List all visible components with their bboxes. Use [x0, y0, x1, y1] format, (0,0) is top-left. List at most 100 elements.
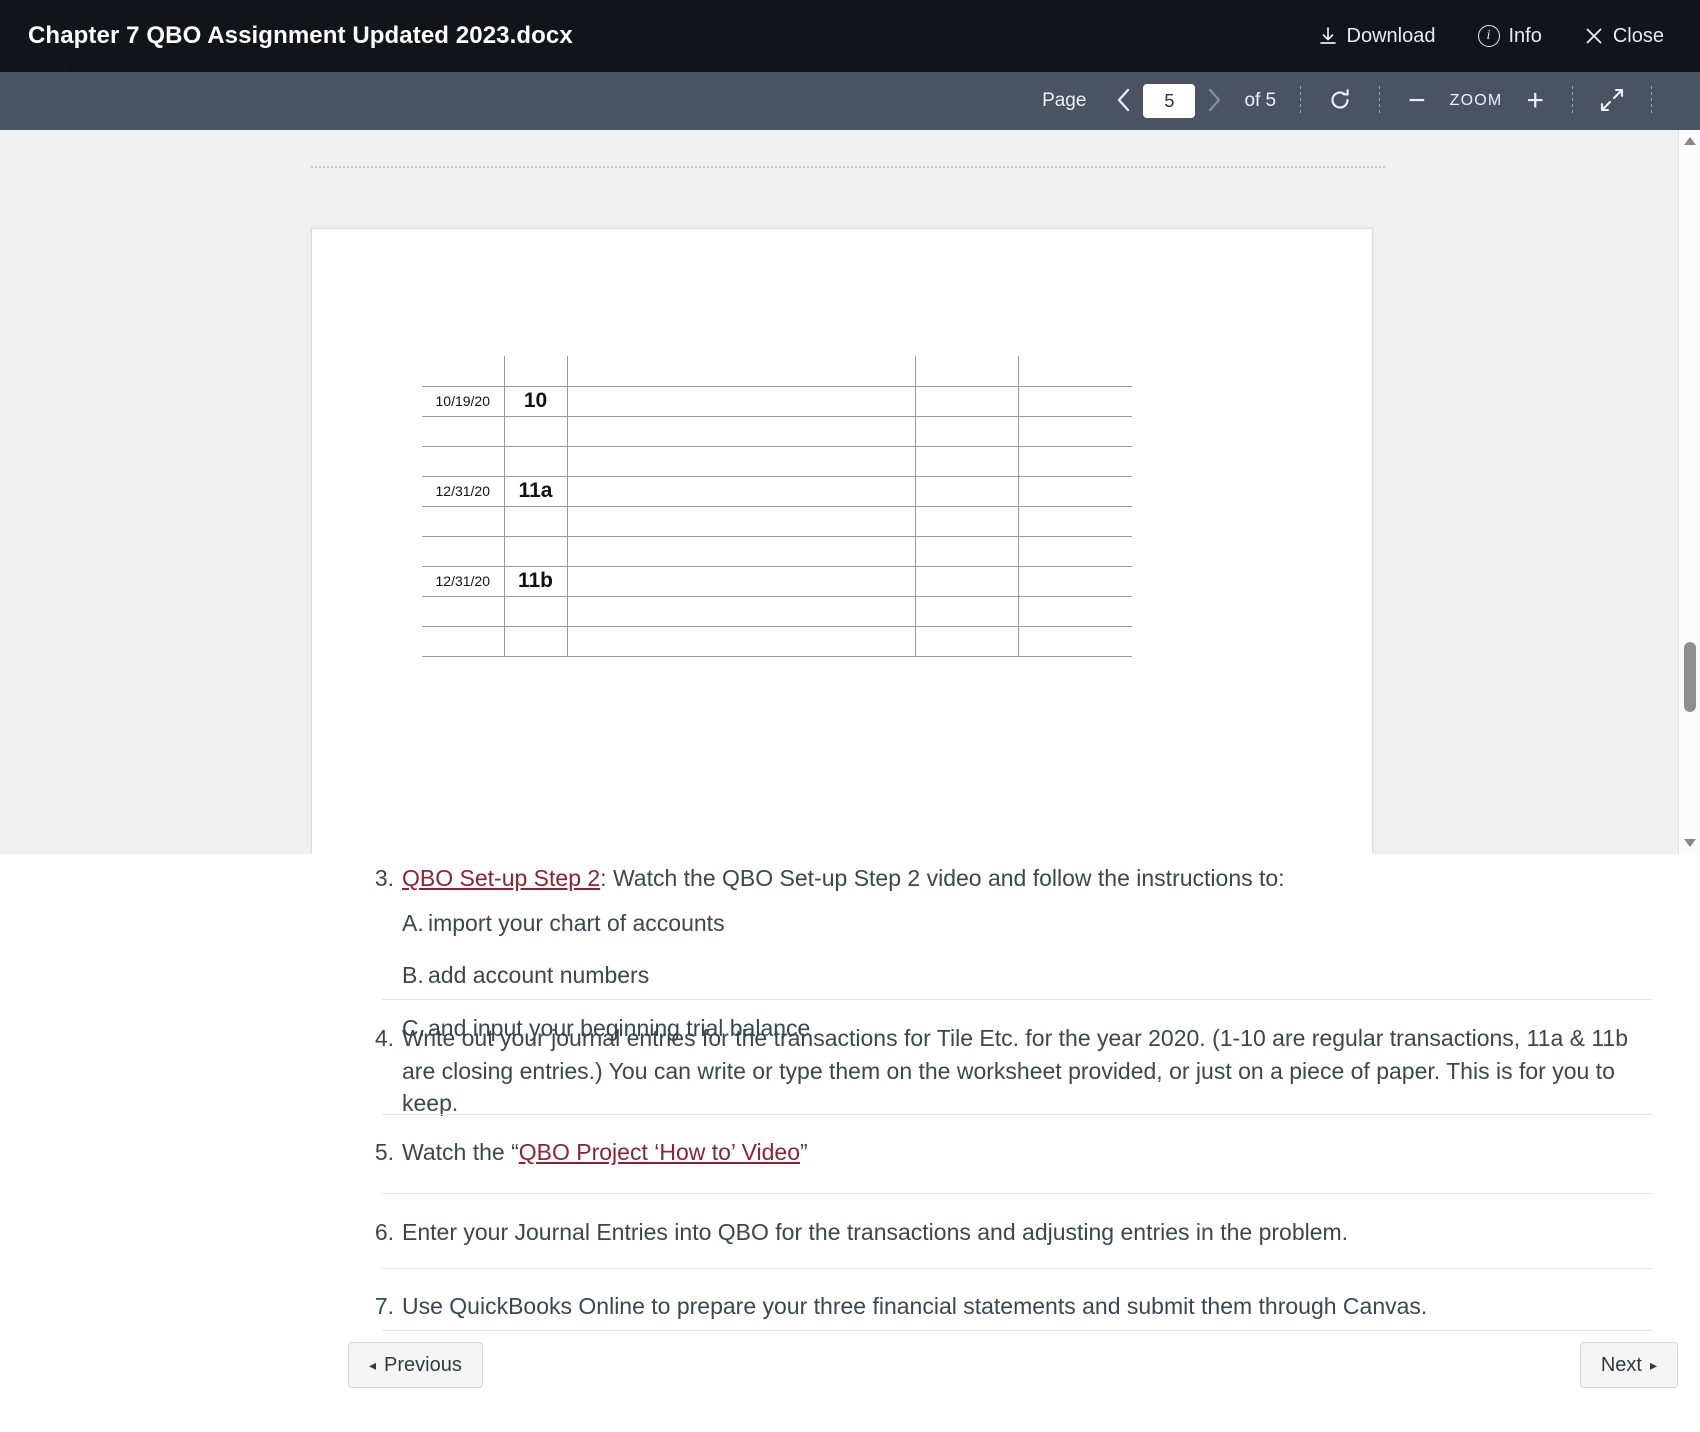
- close-button[interactable]: Close: [1584, 25, 1664, 48]
- cell-date: [422, 536, 504, 566]
- scrollbar-thumb[interactable]: [1684, 642, 1696, 712]
- item-5-post: ”: [800, 1139, 808, 1165]
- toolbar-controls: Page of 5: [1042, 84, 1672, 118]
- cell-debit: [915, 566, 1018, 596]
- preview-toolbar: Page of 5: [0, 72, 1700, 130]
- sub-a-text: import your chart of accounts: [428, 910, 725, 936]
- previous-button[interactable]: ◂ Previous: [348, 1342, 483, 1388]
- cell-desc: [567, 626, 915, 656]
- divider-5: [382, 1330, 1652, 1331]
- cell-date: 12/31/20: [422, 566, 504, 596]
- cell-date: [422, 506, 504, 536]
- previous-button-label: Previous: [384, 1354, 462, 1377]
- cell-debit: [915, 596, 1018, 626]
- journal-entry-worksheet-table: 10/19/20 10: [422, 356, 1132, 657]
- toolbar-divider: [1651, 86, 1652, 116]
- qbo-setup-step2-link[interactable]: QBO Set-up Step 2: [402, 865, 600, 891]
- fullscreen-icon: [1599, 87, 1625, 116]
- qbo-how-to-video-link[interactable]: QBO Project ‘How to’ Video: [519, 1139, 800, 1165]
- download-label: Download: [1347, 25, 1436, 48]
- item-6-number: 6.: [368, 1216, 394, 1249]
- item-5-number: 5.: [368, 1136, 394, 1169]
- next-button-label: Next: [1601, 1354, 1642, 1377]
- cell-debit: [915, 386, 1018, 416]
- cell-credit: [1018, 416, 1132, 446]
- item-7-text: Use QuickBooks Online to prepare your th…: [402, 1290, 1668, 1323]
- table-row: [422, 356, 1132, 386]
- cell-date: [422, 446, 504, 476]
- cell-credit: [1018, 356, 1132, 386]
- item-3-text: QBO Set-up Step 2: Watch the QBO Set-up …: [402, 862, 1668, 895]
- cell-credit: [1018, 446, 1132, 476]
- cell-desc: [567, 506, 915, 536]
- sub-b-letter: B.: [402, 959, 428, 992]
- table-row: [422, 446, 1132, 476]
- cell-debit: [915, 536, 1018, 566]
- assignment-item-4: 4. Write out your journal entries for th…: [368, 1022, 1658, 1120]
- table-row: [422, 536, 1132, 566]
- item-3-sub-b: B.add account numbers: [402, 959, 1668, 992]
- total-pages-label: of 5: [1244, 90, 1276, 112]
- cell-debit: [915, 626, 1018, 656]
- cell-debit: [915, 416, 1018, 446]
- cell-date: 12/31/20: [422, 476, 504, 506]
- scroll-up-arrow-icon[interactable]: [1679, 132, 1700, 150]
- zoom-in-button[interactable]: +: [1518, 86, 1552, 116]
- item-3-number: 3.: [368, 862, 394, 895]
- table-row: [422, 596, 1132, 626]
- divider-3: [382, 1193, 1652, 1194]
- cell-ref: [504, 596, 567, 626]
- next-button[interactable]: Next ▸: [1580, 1342, 1678, 1388]
- info-button[interactable]: i Info: [1478, 25, 1542, 48]
- cell-credit: [1018, 596, 1132, 626]
- cell-ref: 10: [504, 386, 567, 416]
- cell-ref: [504, 506, 567, 536]
- cell-debit: [915, 446, 1018, 476]
- cell-date: [422, 356, 504, 386]
- toolbar-divider: [1572, 86, 1573, 116]
- header-actions: Download i Info Close: [1318, 25, 1664, 48]
- prev-arrow-icon: ◂: [369, 1358, 376, 1372]
- toolbar-divider: [1379, 86, 1380, 116]
- table-row: 12/31/20 11a: [422, 476, 1132, 506]
- cell-ref: [504, 356, 567, 386]
- cell-debit: [915, 506, 1018, 536]
- preview-scrollbar[interactable]: [1678, 130, 1700, 854]
- cell-ref: [504, 536, 567, 566]
- rotate-button[interactable]: [1321, 87, 1359, 116]
- download-icon: [1318, 26, 1338, 46]
- next-page-button[interactable]: [1195, 88, 1234, 115]
- fullscreen-button[interactable]: [1593, 87, 1631, 116]
- download-button[interactable]: Download: [1318, 25, 1436, 48]
- cell-credit: [1018, 476, 1132, 506]
- sub-b-text: add account numbers: [428, 962, 649, 988]
- zoom-label: ZOOM: [1450, 92, 1503, 110]
- zoom-out-button[interactable]: −: [1400, 86, 1434, 116]
- assignment-item-5: 5. Watch the “QBO Project ‘How to’ Video…: [368, 1136, 1668, 1169]
- table-row: [422, 626, 1132, 656]
- scroll-down-arrow-icon[interactable]: [1679, 834, 1700, 852]
- cell-credit: [1018, 506, 1132, 536]
- item-4-text: Write out your journal entries for the t…: [402, 1022, 1658, 1120]
- document-page: 10/19/20 10: [311, 228, 1373, 854]
- page-number-input[interactable]: [1143, 84, 1195, 118]
- table-row: [422, 416, 1132, 446]
- item-5-text: Watch the “QBO Project ‘How to’ Video”: [402, 1136, 1668, 1169]
- document-preview-header: Chapter 7 QBO Assignment Updated 2023.do…: [0, 0, 1700, 72]
- cell-desc: [567, 386, 915, 416]
- close-label: Close: [1613, 25, 1664, 48]
- page-root: 3. QBO Set-up Step 2: Watch the QBO Set-…: [0, 0, 1700, 1432]
- cell-desc: [567, 596, 915, 626]
- item-6-text: Enter your Journal Entries into QBO for …: [402, 1216, 1668, 1249]
- cell-desc: [567, 356, 915, 386]
- item-5-pre: Watch the “: [402, 1139, 519, 1165]
- assignment-item-7: 7. Use QuickBooks Online to prepare your…: [368, 1290, 1668, 1323]
- previous-page-button[interactable]: [1104, 88, 1143, 115]
- cell-date: [422, 596, 504, 626]
- cell-credit: [1018, 626, 1132, 656]
- cell-credit: [1018, 536, 1132, 566]
- cell-debit: [915, 476, 1018, 506]
- chevron-left-icon: [1116, 88, 1131, 115]
- divider-1: [382, 999, 1652, 1000]
- cell-desc: [567, 416, 915, 446]
